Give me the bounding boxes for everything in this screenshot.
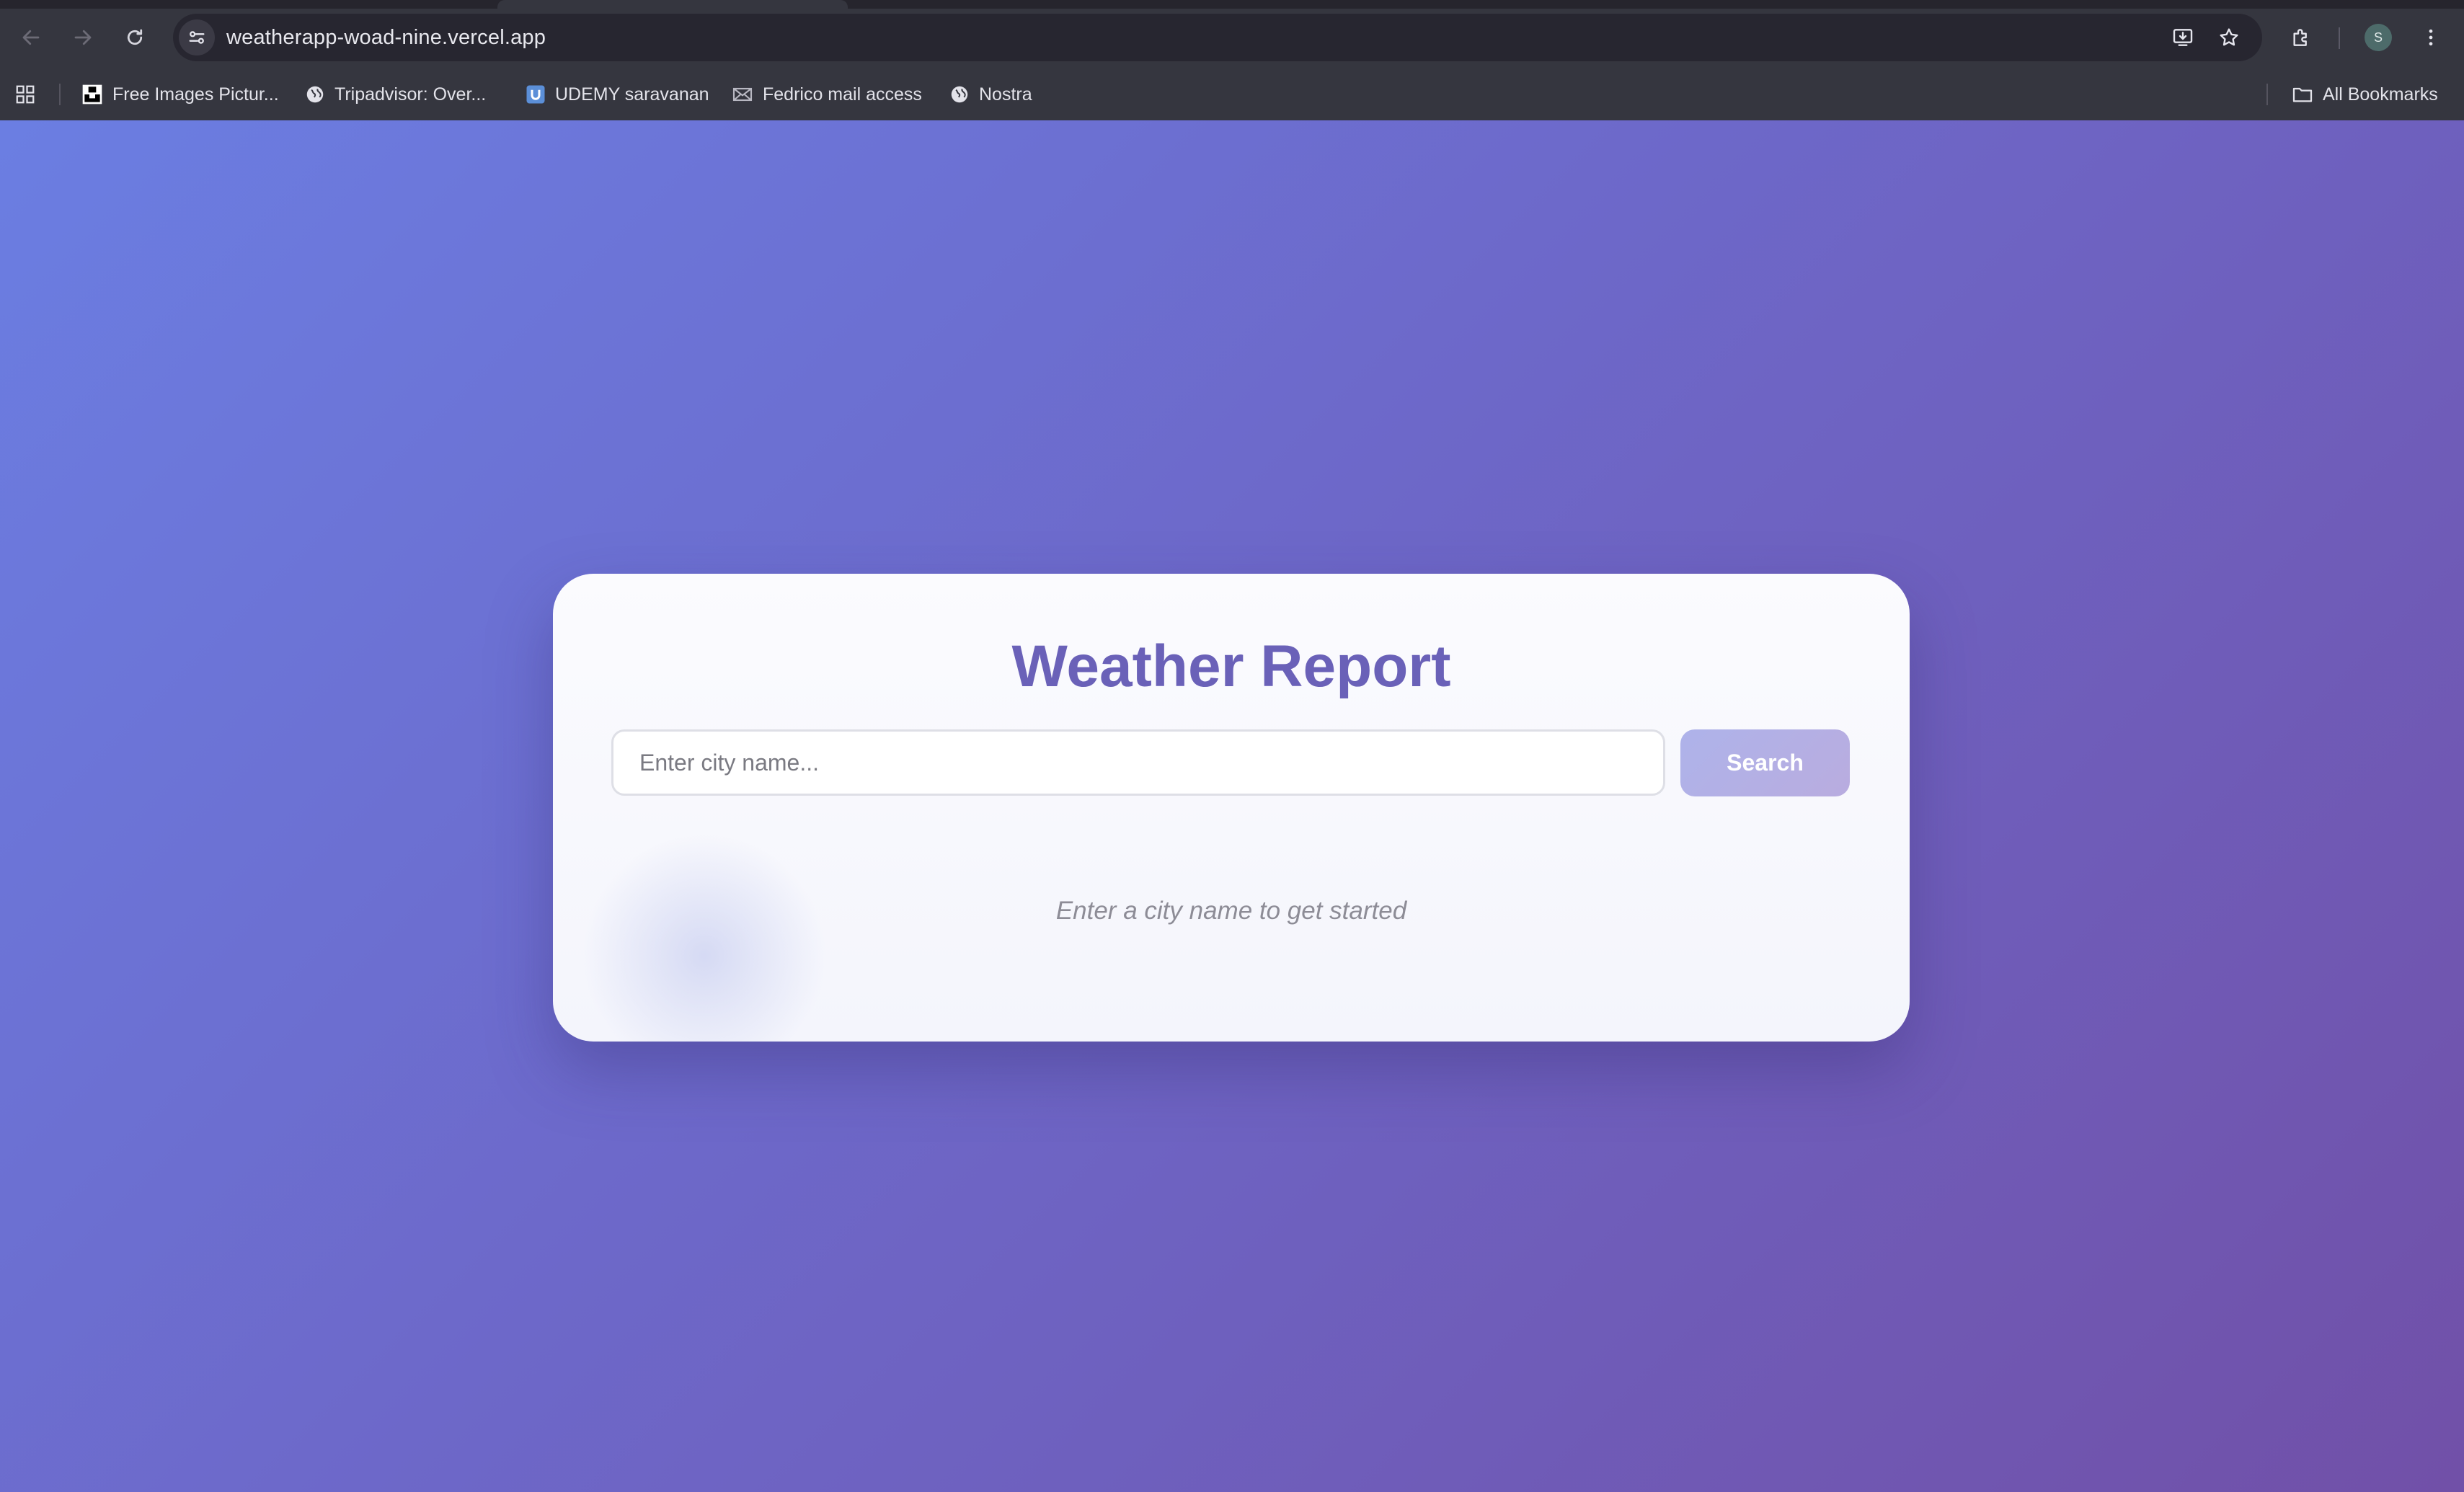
udemy-icon xyxy=(526,85,545,104)
all-bookmarks-label: All Bookmarks xyxy=(2323,84,2438,105)
weather-app-page: Weather Report Search Enter a city name … xyxy=(0,120,2464,1492)
site-info-button[interactable] xyxy=(179,19,215,55)
bookmark-item[interactable]: Tripadvisor: Over... xyxy=(304,79,486,110)
browser-menu-button[interactable] xyxy=(2412,19,2450,56)
url-text[interactable]: weatherapp-woad-nine.vercel.app xyxy=(226,26,546,50)
profile-button[interactable]: S xyxy=(2359,19,2397,56)
bookmark-item[interactable]: UDEMY saravanan xyxy=(525,79,709,110)
reload-icon xyxy=(127,29,143,45)
tune-icon xyxy=(189,31,205,44)
bookmark-item[interactable]: Free Images Pictur... xyxy=(81,79,279,110)
bookmarks-divider xyxy=(59,84,61,105)
search-button[interactable]: Search xyxy=(1680,729,1850,796)
page-title: Weather Report xyxy=(1011,634,1451,699)
card-glow xyxy=(582,833,827,1042)
apps-grid-icon xyxy=(16,85,35,104)
bookmark-label: UDEMY saravanan xyxy=(555,84,709,105)
kebab-menu-icon xyxy=(2429,29,2433,46)
bookmark-label: Free Images Pictur... xyxy=(112,84,279,105)
back-button[interactable] xyxy=(12,19,50,56)
avatar: S xyxy=(2365,24,2392,51)
arrow-left-icon xyxy=(22,30,40,45)
folder-icon xyxy=(2292,87,2313,102)
active-tab[interactable] xyxy=(497,0,848,9)
forward-button[interactable] xyxy=(64,19,102,56)
bookmarks-divider xyxy=(2266,84,2268,105)
reload-button[interactable] xyxy=(116,19,154,56)
unsplash-icon xyxy=(82,84,102,105)
toolbar-divider xyxy=(2339,27,2340,49)
arrow-right-icon xyxy=(74,30,92,45)
city-search-input[interactable] xyxy=(611,729,1665,796)
star-icon xyxy=(2220,28,2238,46)
install-app-button[interactable] xyxy=(2166,20,2200,55)
bookmark-label: Nostra xyxy=(979,84,1032,105)
address-bar[interactable]: weatherapp-woad-nine.vercel.app xyxy=(173,14,2262,61)
apps-button[interactable] xyxy=(14,79,36,110)
bookmark-label: Fedrico mail access xyxy=(763,84,922,105)
globe-icon xyxy=(306,86,324,103)
empty-state-hint: Enter a city name to get started xyxy=(1055,897,1407,925)
puzzle-icon xyxy=(2293,29,2307,46)
extensions-button[interactable] xyxy=(2282,19,2320,56)
bookmark-star-button[interactable] xyxy=(2212,20,2246,55)
globe-icon xyxy=(951,86,968,103)
mail-icon xyxy=(732,87,753,102)
bookmark-item[interactable]: Fedrico mail access xyxy=(731,79,922,110)
browser-chrome: weatherapp-woad-nine.vercel.app S Free I… xyxy=(0,0,2464,120)
all-bookmarks-button[interactable]: All Bookmarks xyxy=(2291,79,2438,110)
browser-toolbar: weatherapp-woad-nine.vercel.app S xyxy=(0,9,2464,66)
install-app-icon xyxy=(2173,29,2193,46)
weather-card: Weather Report Search Enter a city name … xyxy=(553,574,1910,1042)
tab-strip xyxy=(0,0,2464,9)
bookmarks-bar: Free Images Pictur... Tripadvisor: Over.… xyxy=(0,72,2464,117)
bookmark-label: Tripadvisor: Over... xyxy=(334,84,487,105)
bookmark-item[interactable]: Nostra xyxy=(949,79,1032,110)
